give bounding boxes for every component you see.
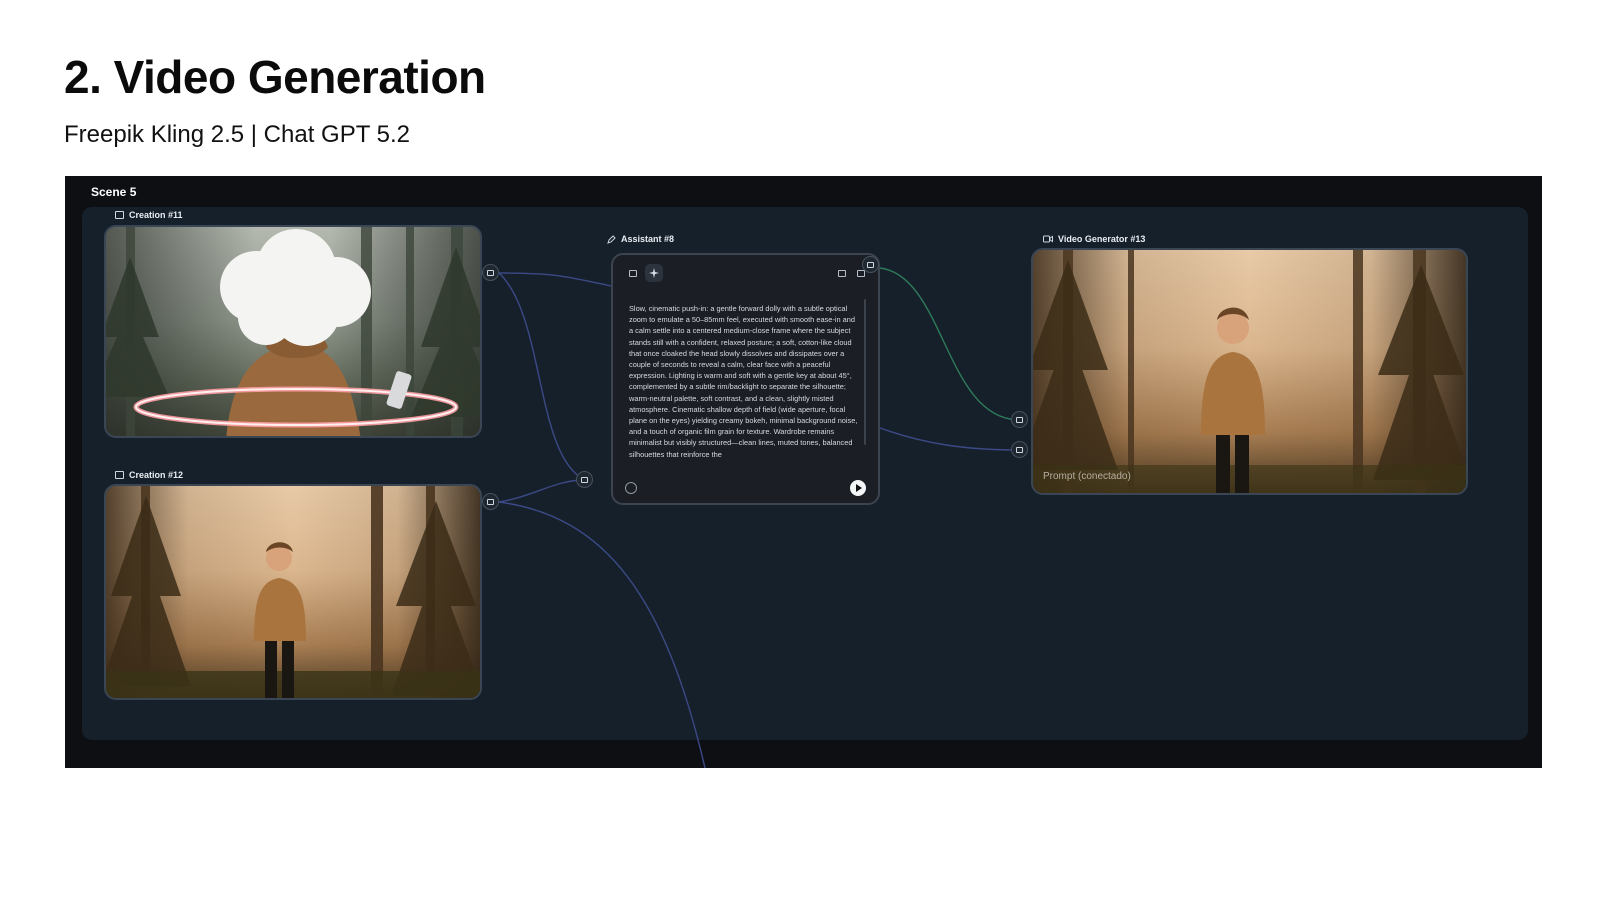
- creation-11-title: Creation #11: [115, 210, 183, 220]
- video-icon: [1043, 235, 1053, 243]
- image-icon: [487, 498, 494, 505]
- assistant-output-text[interactable]: Slow, cinematic push-in: a gentle forwar…: [629, 303, 859, 471]
- image-icon: [1016, 446, 1023, 453]
- image-icon: [115, 471, 124, 479]
- prompt-connected-label: Prompt (conectado): [1043, 471, 1131, 482]
- settings-gear-icon[interactable]: [625, 482, 637, 494]
- creation-12-image[interactable]: [104, 484, 482, 700]
- text-icon: [1016, 416, 1023, 423]
- node-editor-canvas[interactable]: Scene 5 Creation #11 Creation #12 Assist…: [65, 176, 1542, 768]
- video-generator-13-preview[interactable]: Prompt (conectado): [1031, 248, 1468, 495]
- image-icon: [115, 211, 124, 219]
- video-generator-prompt-input-port[interactable]: [1011, 411, 1028, 428]
- creation-12-output-port[interactable]: [482, 493, 499, 510]
- assistant-scrollbar[interactable]: [864, 299, 866, 445]
- creation-12-illustration: [106, 486, 480, 698]
- assistant-8-title: Assistant #8: [607, 234, 674, 244]
- sparkle-icon: [649, 268, 659, 278]
- creation-11-output-port[interactable]: [482, 264, 499, 281]
- text-mode-button[interactable]: [624, 264, 642, 282]
- video-generator-13-title: Video Generator #13: [1043, 234, 1145, 244]
- run-button[interactable]: [850, 480, 866, 496]
- video-generator-image-input-port[interactable]: [1011, 441, 1028, 458]
- creation-12-title: Creation #12: [115, 470, 183, 480]
- creation-11-illustration: [106, 227, 480, 436]
- document-icon: [629, 269, 637, 277]
- text-icon: [867, 261, 874, 268]
- assistant-8-node[interactable]: Slow, cinematic push-in: a gentle forwar…: [611, 253, 880, 505]
- assistant-8-image-input-port[interactable]: [576, 471, 593, 488]
- image-icon: [487, 269, 494, 276]
- slide-subtitle: Freepik Kling 2.5 | Chat GPT 5.2: [64, 121, 410, 148]
- pencil-icon: [607, 234, 616, 244]
- scene-label: Scene 5: [91, 185, 137, 199]
- video-preview-illustration: [1033, 250, 1466, 493]
- slide-title: 2. Video Generation: [64, 51, 486, 103]
- creation-11-image[interactable]: [104, 225, 482, 438]
- magic-enhance-button[interactable]: [645, 264, 663, 282]
- image-icon: [581, 476, 588, 483]
- copy-button[interactable]: [833, 264, 851, 282]
- assistant-8-output-port[interactable]: [862, 256, 879, 273]
- copy-icon: [838, 269, 846, 277]
